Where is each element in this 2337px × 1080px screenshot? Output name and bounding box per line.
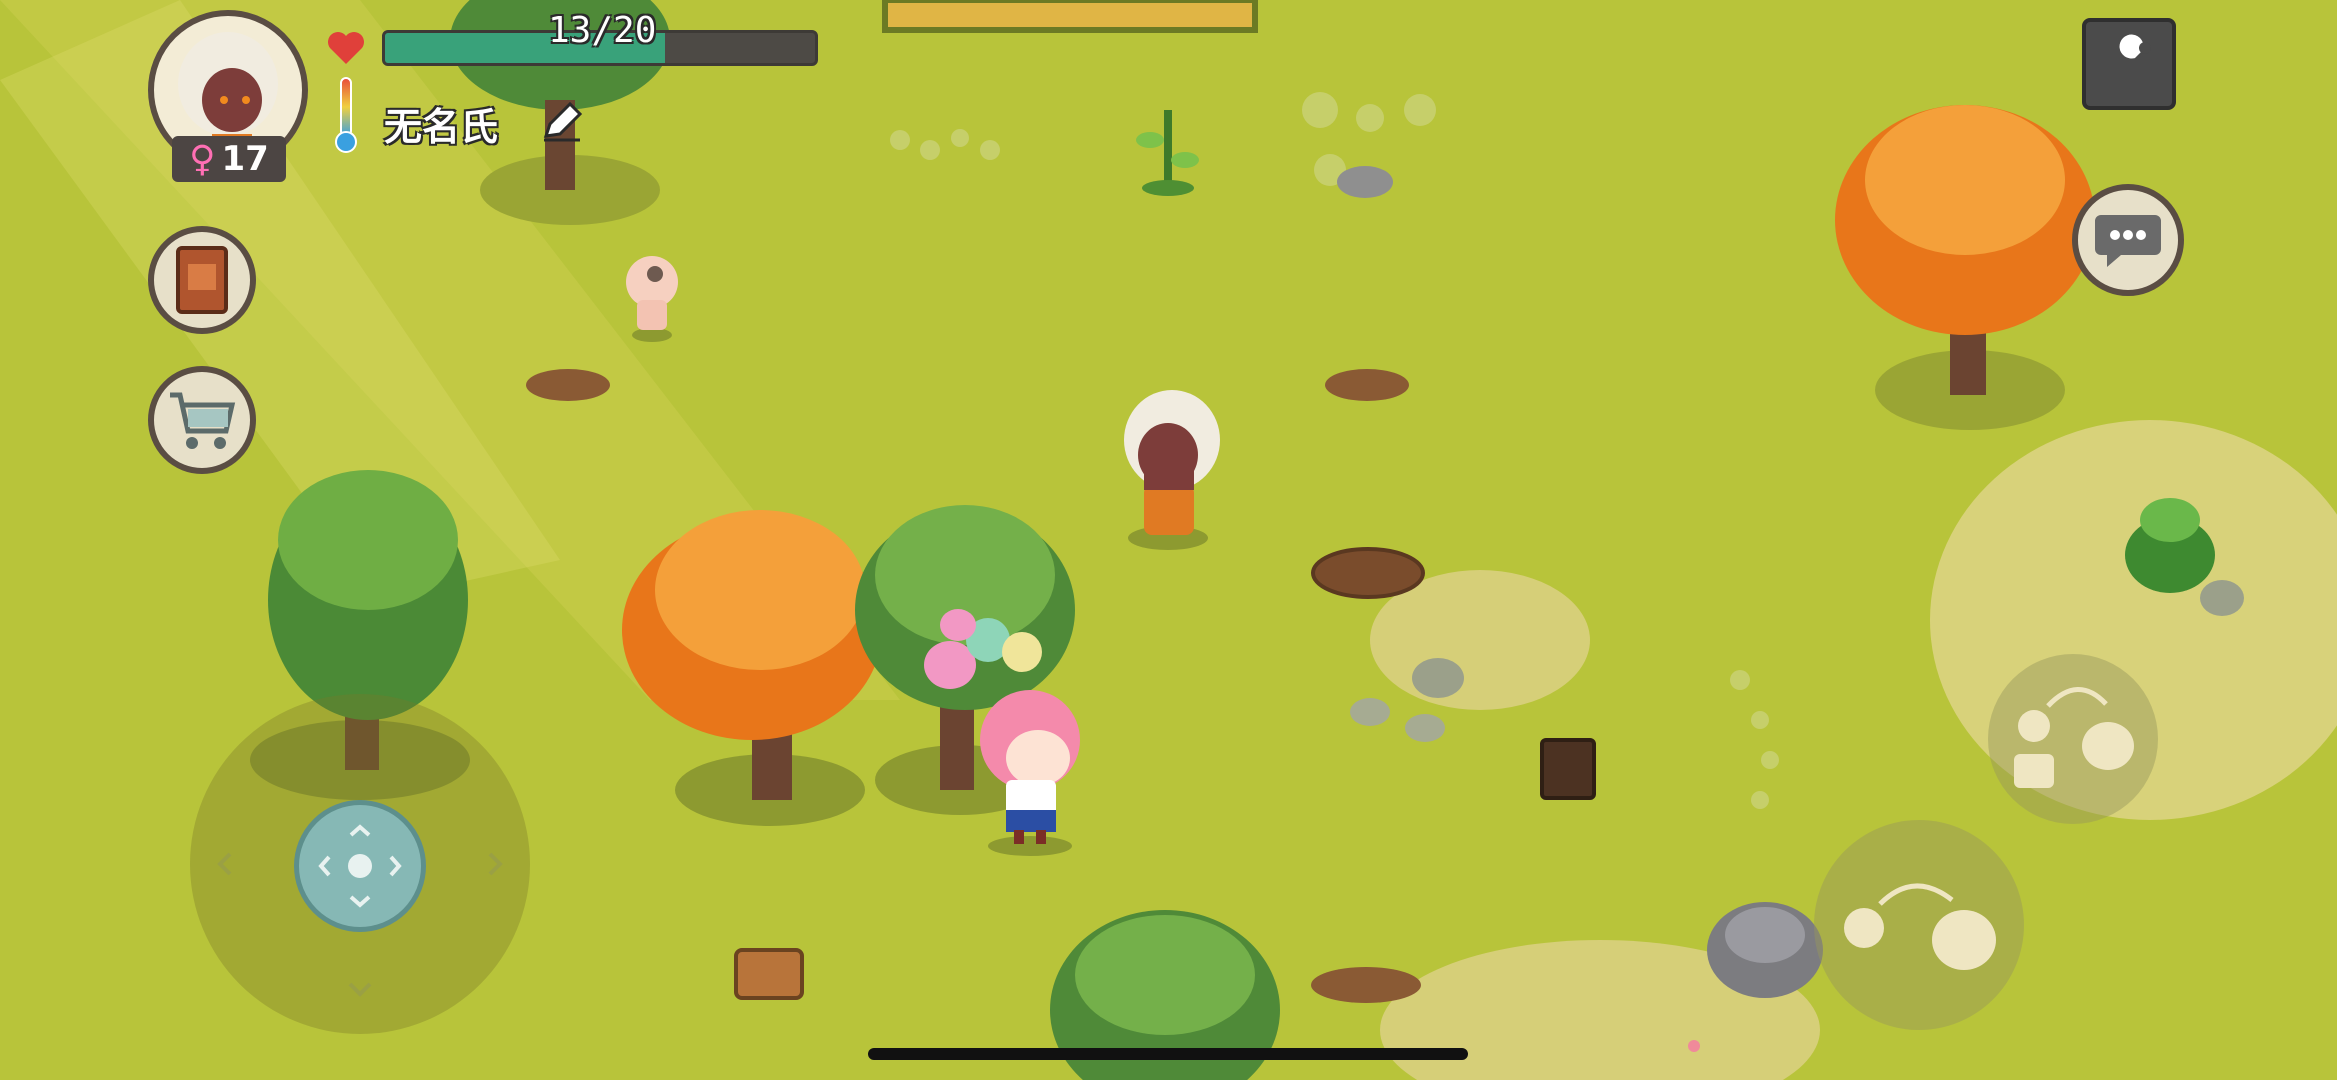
book-icon	[176, 246, 228, 314]
throw-hand-icon	[1844, 883, 1996, 970]
give-hand-icon	[2014, 687, 2134, 788]
settings-button[interactable]	[2082, 18, 2176, 110]
wooden-barrel[interactable]	[1540, 738, 1596, 800]
edit-name-pencil-icon[interactable]	[540, 100, 584, 144]
age-badge: ♀ 17	[172, 136, 286, 182]
joystick-knob[interactable]	[294, 800, 426, 932]
home-indicator[interactable]	[868, 1048, 1468, 1060]
give-item-button[interactable]	[1988, 654, 2158, 824]
player-age: 17	[221, 139, 269, 179]
chat-button[interactable]	[2072, 184, 2184, 296]
thermometer-icon	[335, 77, 357, 153]
speech-bubble-icon	[2095, 215, 2161, 267]
throw-item-button[interactable]	[1814, 820, 2024, 1030]
player-name[interactable]: 无名氏	[384, 96, 498, 151]
wrench-icon	[2109, 34, 2151, 84]
seed-nest[interactable]	[1311, 547, 1425, 599]
wheat-field	[882, 0, 1258, 33]
heart-icon	[328, 32, 364, 64]
shop-cart-button[interactable]	[148, 366, 256, 474]
journal-book-button[interactable]	[148, 226, 256, 334]
flower	[1688, 1040, 1700, 1052]
shopping-cart-icon	[170, 392, 236, 449]
female-symbol-icon: ♀	[189, 138, 216, 180]
health-text: 13/20	[548, 10, 657, 51]
wicker-basket[interactable]	[734, 948, 804, 1000]
dpad-icon	[318, 824, 402, 908]
